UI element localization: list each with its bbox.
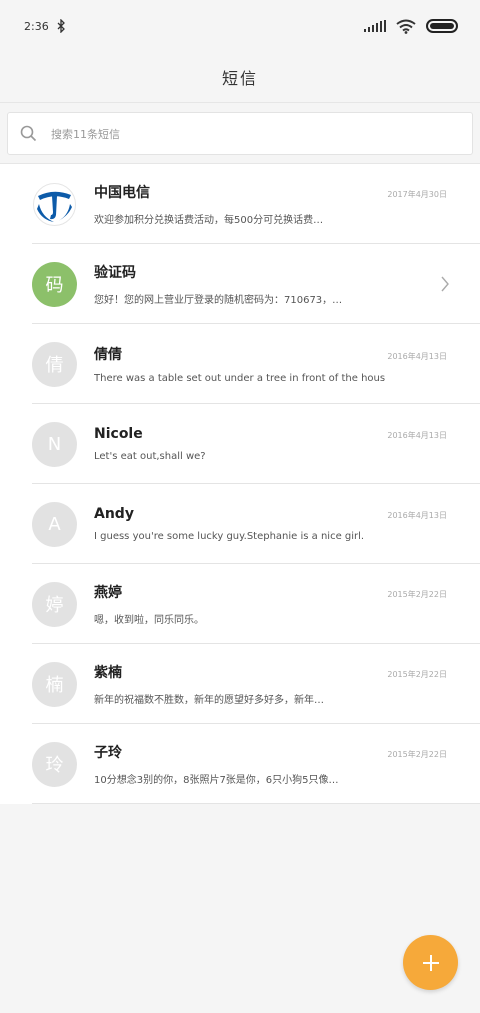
message-date: 2015年2月22日 xyxy=(387,750,447,759)
avatar-initial: 倩 xyxy=(45,355,64,376)
new-message-button[interactable] xyxy=(403,935,458,990)
conversation-row[interactable]: 玲 子玲 2015年2月22日 10分想念3别的你，8张照片7张是你，6只小狗5… xyxy=(0,724,480,804)
battery-icon xyxy=(426,19,458,33)
contact-name: Nicole xyxy=(94,426,143,442)
message-preview: 10分想念3别的你，8张照片7张是你，6只小狗5只像… xyxy=(94,775,339,786)
contact-name: 子玲 xyxy=(94,745,122,761)
page-title: 短信 xyxy=(221,69,258,88)
search-icon xyxy=(20,125,37,142)
message-date: 2016年4月13日 xyxy=(387,511,447,520)
conversation-row[interactable]: 中国电信 2017年4月30日 欢迎参加积分兑换话费活动，每500分可兑换话费… xyxy=(0,164,480,244)
message-preview: 欢迎参加积分兑换话费活动，每500分可兑换话费… xyxy=(94,215,324,226)
china-telecom-logo xyxy=(32,181,77,227)
message-preview: 新年的祝福数不胜数，新年的愿望好多好多，新年… xyxy=(94,695,324,706)
avatar-initial: 婷 xyxy=(45,595,64,616)
conversation-row[interactable]: 楠 紫楠 2015年2月22日 新年的祝福数不胜数，新年的愿望好多好多，新年… xyxy=(0,644,480,724)
search-placeholder: 搜索11条短信 xyxy=(51,127,120,141)
signal-icon xyxy=(364,20,386,32)
message-date: 2015年2月22日 xyxy=(387,590,447,599)
plus-icon xyxy=(422,954,439,971)
avatar: 楠 xyxy=(32,661,77,707)
contact-name: 中国电信 xyxy=(94,185,150,201)
search-input[interactable]: 搜索11条短信 xyxy=(7,112,473,155)
message-preview: Let's eat out,shall we? xyxy=(94,451,206,462)
avatar: 倩 xyxy=(32,341,77,387)
avatar-initial: 码 xyxy=(45,275,64,296)
contact-name: 验证码 xyxy=(94,265,136,281)
status-time: 2:36 xyxy=(24,19,49,33)
conversation-row[interactable]: N Nicole 2016年4月13日 Let's eat out,shall … xyxy=(0,404,480,484)
chevron-right-icon xyxy=(441,276,449,292)
contact-name: 燕婷 xyxy=(94,585,122,601)
message-date: 2016年4月13日 xyxy=(387,352,447,361)
conversation-row[interactable]: A Andy 2016年4月13日 I guess you're some lu… xyxy=(0,484,480,564)
message-preview: I guess you're some lucky guy.Stephanie … xyxy=(94,531,365,542)
contact-name: 倩倩 xyxy=(94,347,122,363)
message-date: 2017年4月30日 xyxy=(387,190,447,199)
conversation-row[interactable]: 婷 燕婷 2015年2月22日 嗯，收到啦，同乐同乐。 xyxy=(0,564,480,644)
contact-name: 紫楠 xyxy=(94,665,122,681)
message-preview: There was a table set out under a tree i… xyxy=(94,373,386,384)
header: 短信 xyxy=(0,52,480,102)
avatar-initial: 玲 xyxy=(45,755,64,776)
avatar: A xyxy=(32,501,77,547)
message-date: 2016年4月13日 xyxy=(387,431,447,440)
message-preview: 您好！您的网上营业厅登录的随机密码为：710673，… xyxy=(94,295,343,306)
avatar-initial: N xyxy=(47,433,62,455)
avatar-initial: 楠 xyxy=(45,675,64,696)
message-date: 2015年2月22日 xyxy=(387,670,447,679)
avatar: N xyxy=(32,421,77,467)
avatar: 码 xyxy=(32,261,77,307)
avatar-initial: A xyxy=(48,513,61,535)
status-bar: 2:36 xyxy=(0,0,480,52)
bluetooth-icon xyxy=(57,19,65,33)
conversation-row[interactable]: 倩 倩倩 2016年4月13日 There was a table set ou… xyxy=(0,324,480,404)
contact-name: Andy xyxy=(94,506,134,522)
avatar: 玲 xyxy=(32,741,77,787)
conversation-row[interactable]: 码 验证码 您好！您的网上营业厅登录的随机密码为：710673，… xyxy=(0,244,480,324)
message-list: 中国电信 2017年4月30日 欢迎参加积分兑换话费活动，每500分可兑换话费…… xyxy=(0,163,480,804)
message-preview: 嗯，收到啦，同乐同乐。 xyxy=(94,615,204,626)
avatar: 婷 xyxy=(32,581,77,627)
wifi-icon xyxy=(396,19,416,34)
search-bar: 搜索11条短信 xyxy=(0,102,480,163)
